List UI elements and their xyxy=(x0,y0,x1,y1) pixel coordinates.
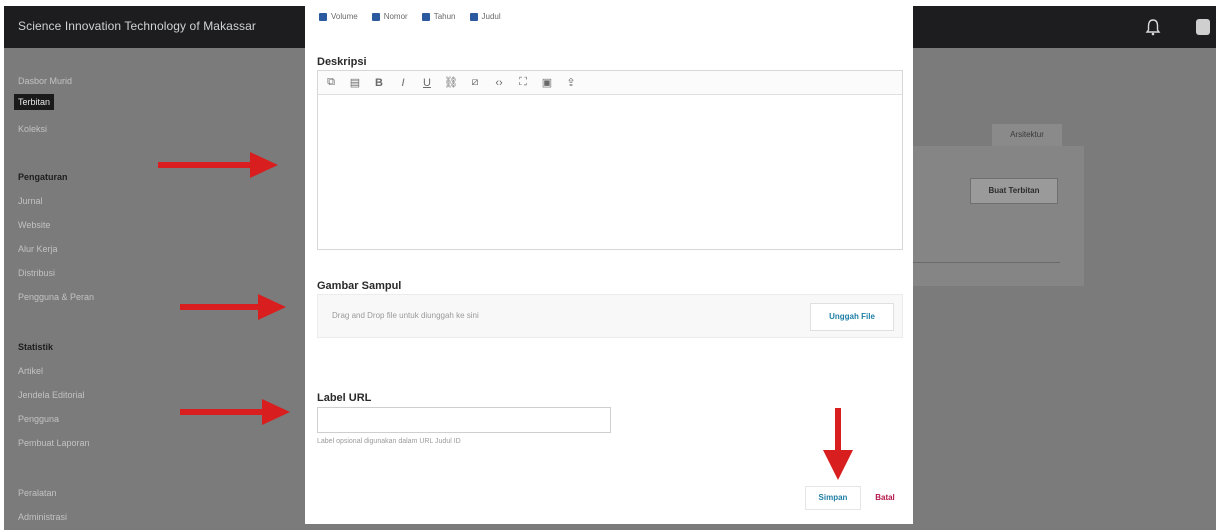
sidebar-section-statistics: Statistik xyxy=(18,342,54,352)
image-icon[interactable]: ▣ xyxy=(540,76,554,89)
upload-file-button[interactable]: Unggah File xyxy=(810,303,894,331)
user-icon[interactable] xyxy=(1196,19,1210,35)
screen-frame: Science Innovation Technology of Makassa… xyxy=(4,6,1216,530)
sidebar-item-administration[interactable]: Administrasi xyxy=(18,512,67,522)
sidebar-item-users-roles[interactable]: Pengguna & Peran xyxy=(18,292,94,302)
sidebar-item-journal[interactable]: Jurnal xyxy=(18,196,43,206)
sidebar: Dasbor Murid Terbitan Koleksi Pengaturan… xyxy=(4,48,304,530)
sidebar-item-distribution[interactable]: Distribusi xyxy=(18,268,55,278)
option-number[interactable]: Nomor xyxy=(371,12,408,21)
option-year[interactable]: Tahun xyxy=(421,12,456,21)
description-label: Deskripsi xyxy=(317,56,367,68)
option-label: Judul xyxy=(481,12,501,21)
link-icon[interactable]: ⛓ xyxy=(444,76,458,89)
option-label: Volume xyxy=(331,12,358,21)
sidebar-item-collection[interactable]: Koleksi xyxy=(18,124,47,134)
option-label: Nomor xyxy=(383,12,408,21)
sidebar-item-website[interactable]: Website xyxy=(18,220,50,230)
sidebar-item-dashboard[interactable]: Dasbor Murid xyxy=(18,76,72,86)
save-button[interactable]: Simpan xyxy=(805,486,861,510)
underline-icon[interactable]: U xyxy=(420,77,434,89)
bold-icon[interactable]: B xyxy=(372,77,386,89)
url-label: Label URL xyxy=(317,392,372,404)
arrow-icon xyxy=(180,399,290,425)
create-issue-button[interactable]: Buat Terbitan xyxy=(970,178,1058,204)
cancel-button[interactable]: Batal xyxy=(867,486,903,510)
bell-icon[interactable] xyxy=(1145,18,1161,36)
divider xyxy=(912,262,1060,263)
description-editor[interactable]: ⧉ ▤ B I U ⛓ ⧄ ‹› ⛶ ▣ ⇪ xyxy=(317,70,903,250)
identification-options: Volume Nomor Tahun Judul xyxy=(319,12,501,21)
sidebar-item-workflow[interactable]: Alur Kerja xyxy=(18,244,58,254)
italic-icon[interactable]: I xyxy=(396,77,410,89)
cover-image-label: Gambar Sampul xyxy=(317,280,402,292)
sidebar-item-reports[interactable]: Pembuat Laporan xyxy=(18,438,90,448)
app-title[interactable]: Science Innovation Technology of Makassa… xyxy=(18,19,256,33)
unlink-icon[interactable]: ⧄ xyxy=(468,76,482,89)
sidebar-item-users[interactable]: Pengguna xyxy=(18,414,59,424)
issue-modal: Volume Nomor Tahun Judul Deskripsi ⧉ ▤ B… xyxy=(305,6,913,524)
background-tab[interactable]: Arsitektur xyxy=(992,124,1062,146)
background-panel xyxy=(912,146,1084,286)
arrow-icon xyxy=(158,152,278,178)
sidebar-item-issues[interactable]: Terbitan xyxy=(14,94,55,110)
file-dropzone[interactable]: Drag and Drop file untuk diunggah ke sin… xyxy=(317,294,903,338)
dropzone-text: Drag and Drop file untuk diunggah ke sin… xyxy=(332,311,479,320)
option-volume[interactable]: Volume xyxy=(319,12,358,21)
url-path-input[interactable] xyxy=(317,407,611,433)
paste-icon[interactable]: ▤ xyxy=(348,76,362,89)
checkbox-checked-icon[interactable] xyxy=(319,12,327,21)
fullscreen-icon[interactable]: ⛶ xyxy=(516,76,530,89)
code-icon[interactable]: ‹› xyxy=(492,77,506,89)
sidebar-item-articles[interactable]: Artikel xyxy=(18,366,43,376)
editor-toolbar: ⧉ ▤ B I U ⛓ ⧄ ‹› ⛶ ▣ ⇪ xyxy=(318,71,902,95)
sidebar-item-tools[interactable]: Peralatan xyxy=(18,488,57,498)
arrow-down-icon xyxy=(823,408,853,480)
upload-icon[interactable]: ⇪ xyxy=(564,76,578,89)
option-label: Tahun xyxy=(433,12,456,21)
option-title[interactable]: Judul xyxy=(469,12,501,21)
copy-icon[interactable]: ⧉ xyxy=(324,76,338,89)
url-hint: Label opsional digunakan dalam URL Judul… xyxy=(317,438,461,445)
checkbox-checked-icon[interactable] xyxy=(469,12,478,21)
arrow-icon xyxy=(180,294,286,320)
checkbox-checked-icon[interactable] xyxy=(421,12,430,21)
checkbox-checked-icon[interactable] xyxy=(371,12,380,21)
sidebar-item-editorial[interactable]: Jendela Editorial xyxy=(18,390,85,400)
sidebar-section-settings: Pengaturan xyxy=(18,172,68,182)
